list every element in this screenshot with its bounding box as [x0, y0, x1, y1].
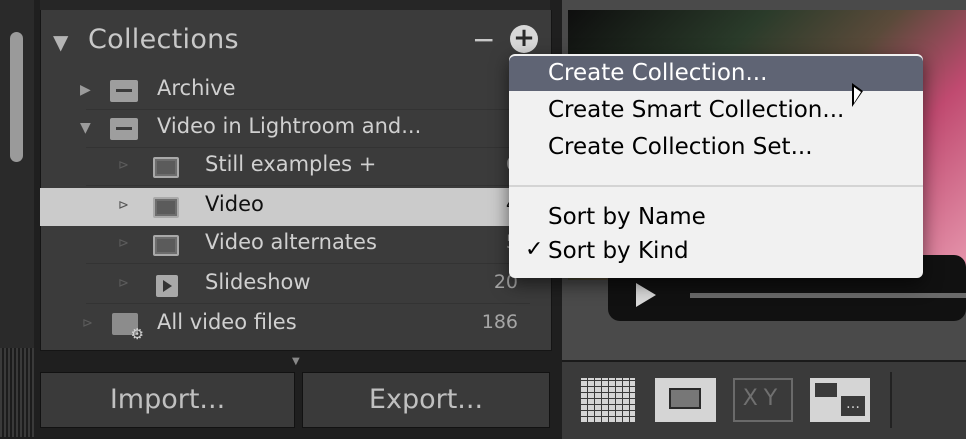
loupe-view-icon[interactable] [655, 378, 716, 422]
tree-arrow-icon: ⊳ [118, 276, 129, 291]
smart-collection-icon [112, 313, 144, 343]
remove-collection-button[interactable]: − [472, 23, 495, 56]
compare-view-icon[interactable]: XY [733, 378, 793, 422]
collections-title: Collections [88, 24, 239, 55]
collection-label: Video [205, 192, 264, 216]
menu-item-label: Sort by Kind [548, 238, 689, 264]
tree-arrow-icon: ⊳ [118, 198, 129, 213]
collection-icon [153, 235, 179, 256]
survey-view-icon[interactable] [810, 378, 870, 422]
collection-label: Archive [157, 76, 236, 100]
tree-arrow-icon: ⊳ [118, 158, 129, 173]
collections-header[interactable]: ▼ Collections − + [40, 18, 550, 68]
collection-label: Video in Lightroom and... [157, 114, 422, 138]
menu-item-sort-by-kind[interactable]: ✓ Sort by Kind [509, 234, 923, 269]
tree-arrow-icon: ⊳ [82, 316, 93, 331]
menu-item-label: Sort by Name [548, 204, 706, 230]
collection-set-archive[interactable]: ▶ Archive [40, 72, 550, 110]
collection-still-examples[interactable]: ⊳ Still examples + 6 [40, 148, 550, 186]
mouse-pointer-icon [852, 83, 863, 107]
grid-view-icon[interactable] [581, 378, 635, 422]
scrollbar-thumb[interactable] [10, 32, 23, 162]
left-panel: ▼ Collections − + ▶ Archive ▼ Video in L… [0, 0, 562, 437]
collection-icon [153, 197, 179, 218]
menu-item-label: Create Smart Collection... [548, 97, 845, 123]
expand-arrow-icon[interactable]: ▶ [80, 82, 91, 98]
collection-count: 186 [481, 311, 518, 333]
export-button[interactable]: Export... [302, 372, 550, 428]
menu-item-create-collection-set[interactable]: Create Collection Set... [509, 130, 923, 165]
menu-item-sort-by-name[interactable]: Sort by Name [509, 200, 923, 235]
collection-slideshow[interactable]: ⊳ Slideshow 20 [40, 266, 550, 304]
video-scrubber[interactable] [690, 293, 966, 298]
collection-video-alternates[interactable]: ⊳ Video alternates 5 [40, 226, 550, 264]
collection-label: All video files [157, 310, 297, 334]
toolbar-divider [890, 372, 892, 428]
tree-arrow-icon: ⊳ [118, 236, 129, 251]
menu-item-label: Create Collection Set... [548, 134, 813, 160]
smart-collection-all-video-files[interactable]: ⊳ All video files 186 [40, 306, 550, 344]
collection-set-video-in-lightroom[interactable]: ▼ Video in Lightroom and... [40, 110, 550, 148]
panel-resize-grip[interactable] [0, 348, 34, 437]
collection-label: Video alternates [205, 230, 377, 254]
add-collection-button[interactable]: + [510, 25, 538, 53]
panel-top-divider [40, 0, 550, 10]
collection-label: Slideshow [205, 270, 311, 294]
collapse-arrow-icon[interactable]: ▼ [80, 120, 91, 136]
import-button[interactable]: Import... [40, 372, 295, 428]
collection-video[interactable]: ⊳ Video 4 [40, 188, 550, 226]
collapse-triangle-icon[interactable]: ▼ [53, 30, 68, 54]
slideshow-icon [156, 275, 178, 297]
checkmark-icon: ✓ [525, 237, 544, 262]
collection-set-icon [110, 118, 138, 140]
collection-label: Still examples + [205, 152, 377, 176]
collection-icon [153, 157, 179, 178]
play-icon[interactable] [636, 283, 656, 307]
collection-set-icon [110, 80, 138, 102]
menu-item-label: Create Collection... [548, 60, 768, 86]
panel-collapse-chevron-icon[interactable]: ▼ [292, 356, 300, 367]
menu-separator [509, 185, 923, 187]
